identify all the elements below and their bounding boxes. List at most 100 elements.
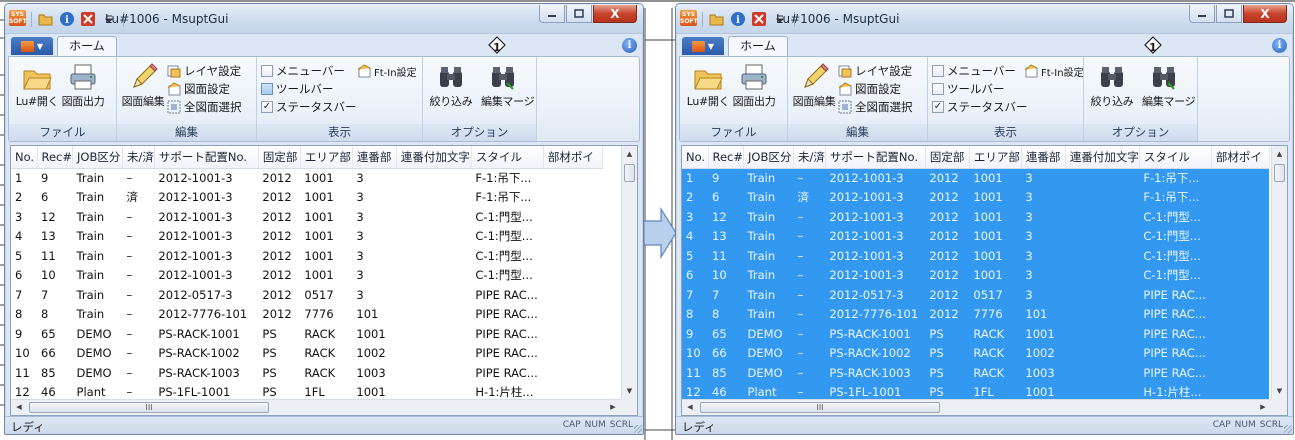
support-placement-no-column-header[interactable]: サポート配置No. bbox=[154, 146, 259, 169]
area-part-column-header[interactable]: エリア部 bbox=[969, 146, 1022, 169]
table-row[interactable]: 8 8 Train – 2012-7776-101 2012 7776 101 PIPE RAC… bbox=[682, 304, 1270, 324]
member-point-column-header[interactable]: 部材ポイ bbox=[543, 146, 603, 169]
vertical-scrollbar[interactable]: ▲ ▼ bbox=[1271, 146, 1287, 399]
close-button[interactable]: X bbox=[593, 5, 637, 23]
app-icon[interactable]: SYS SOFT bbox=[680, 10, 698, 26]
open-folder-icon[interactable] bbox=[708, 10, 726, 28]
filter-button[interactable]: 絞り込み bbox=[1090, 61, 1134, 111]
open-folder-icon[interactable] bbox=[37, 10, 55, 28]
no-column-header[interactable]: No. bbox=[682, 146, 709, 169]
exit-icon[interactable] bbox=[79, 10, 97, 28]
table-row[interactable]: 5 11 Train – 2012-1001-3 2012 1001 3 C-1:門型... bbox=[11, 246, 602, 266]
help-icon[interactable]: i bbox=[622, 38, 637, 53]
area-part-column-header[interactable]: エリア部 bbox=[300, 146, 353, 169]
app-icon[interactable]: SYS SOFT bbox=[9, 10, 27, 26]
serial-suffix-column-header[interactable]: 連番付加文字 bbox=[1065, 146, 1140, 169]
close-button[interactable]: X bbox=[1243, 5, 1287, 23]
table-row[interactable]: 1 9 Train – 2012-1001-3 2012 1001 3 F-1:吊下... bbox=[682, 168, 1270, 188]
style-column-header[interactable]: スタイル bbox=[1139, 146, 1212, 169]
drawing-edit-button[interactable]: 図面編集 bbox=[121, 61, 165, 111]
table-row[interactable]: 3 12 Train – 2012-1001-3 2012 1001 3 C-1:門型... bbox=[11, 207, 602, 227]
scroll-left-icon[interactable]: ◀ bbox=[682, 400, 698, 415]
menu-bar-checkbox[interactable]: メニューバー bbox=[932, 63, 1016, 79]
horizontal-scroll-thumb[interactable]: III bbox=[700, 402, 940, 413]
table-row[interactable]: 4 13 Train – 2012-1001-3 2012 1001 3 C-1:門型... bbox=[682, 226, 1270, 246]
status-bar-checkbox[interactable]: ✓ ステータスバー bbox=[932, 99, 1028, 115]
info-icon[interactable]: i bbox=[729, 10, 747, 28]
no-column-header[interactable]: No. bbox=[11, 146, 38, 169]
maximize-button[interactable] bbox=[1216, 5, 1242, 23]
maximize-button[interactable] bbox=[566, 5, 592, 23]
scroll-down-icon[interactable]: ▼ bbox=[622, 383, 637, 399]
fixed-part-column-header[interactable]: 固定部 bbox=[925, 146, 970, 169]
table-row[interactable]: 5 11 Train – 2012-1001-3 2012 1001 3 C-1:門型... bbox=[682, 246, 1270, 266]
edit-merge-button[interactable]: 編集マージ bbox=[1142, 61, 1196, 111]
scroll-right-icon[interactable]: ▶ bbox=[605, 400, 621, 415]
resize-grip-icon[interactable] bbox=[1284, 425, 1292, 433]
exit-icon[interactable] bbox=[750, 10, 768, 28]
tab-home[interactable]: ホーム bbox=[57, 36, 117, 57]
open-lu-button[interactable]: Lu#開く bbox=[15, 61, 59, 111]
job-category-column-header[interactable]: JOB区分 bbox=[72, 146, 124, 169]
minimize-button[interactable] bbox=[539, 5, 565, 23]
scroll-left-icon[interactable]: ◀ bbox=[11, 400, 27, 415]
support-placement-no-column-header[interactable]: サポート配置No. bbox=[825, 146, 926, 169]
drawing-output-button[interactable]: 図面出力 bbox=[61, 61, 105, 111]
drawing-settings-button[interactable]: 図面設定 bbox=[167, 81, 230, 97]
job-category-column-header[interactable]: JOB区分 bbox=[743, 146, 795, 169]
drawing-settings-button[interactable]: 図面設定 bbox=[838, 81, 901, 97]
scroll-up-icon[interactable]: ▲ bbox=[622, 146, 637, 162]
rec-column-header[interactable]: Rec# bbox=[37, 146, 74, 169]
table-row[interactable]: 8 8 Train – 2012-7776-101 2012 7776 101 PIPE RAC… bbox=[11, 305, 602, 325]
table-row[interactable]: 7 7 Train – 2012-0517-3 2012 0517 3 PIPE RAC... bbox=[11, 285, 602, 305]
tab-home[interactable]: ホーム bbox=[728, 36, 788, 57]
ft-in-settings-button[interactable]: Ft-In設定 bbox=[357, 63, 417, 79]
table-row[interactable]: 2 6 Train 済 2012-1001-3 2012 1001 3 F-1:吊下... bbox=[682, 187, 1270, 207]
scroll-up-icon[interactable]: ▲ bbox=[1272, 146, 1287, 162]
horizontal-scrollbar[interactable]: ◀ III ▶ bbox=[682, 399, 1271, 415]
ft-in-settings-button[interactable]: Ft-In設定 bbox=[1024, 63, 1084, 79]
done-status-column-header[interactable]: 未/済 bbox=[793, 146, 826, 169]
table-row[interactable]: 9 65 DEMO – PS-RACK-1001 PS RACK 1001 PIPE RAC..… bbox=[682, 324, 1270, 344]
done-status-column-header[interactable]: 未/済 bbox=[122, 146, 155, 169]
filter-button[interactable]: 絞り込み bbox=[429, 61, 473, 111]
style-column-header[interactable]: スタイル bbox=[471, 146, 544, 169]
layer-settings-button[interactable]: レイヤ設定 bbox=[838, 63, 912, 79]
info-icon[interactable]: i bbox=[58, 10, 76, 28]
record-grid[interactable]: No. Rec# JOB区分 未/済 サポート配置No. 固定部 エリア部 連番部 連番付加文字… bbox=[681, 145, 1288, 416]
vertical-scrollbar[interactable]: ▲ ▼ bbox=[621, 146, 637, 399]
drawing-edit-button[interactable]: 図面編集 bbox=[792, 61, 836, 111]
open-lu-button[interactable]: Lu#開く bbox=[686, 61, 730, 111]
menu-bar-checkbox[interactable]: メニューバー bbox=[261, 63, 345, 79]
table-row[interactable]: 10 66 DEMO – PS-RACK-1002 PS RACK 1002 PIPE RAC.… bbox=[11, 344, 602, 364]
fixed-part-column-header[interactable]: 固定部 bbox=[258, 146, 301, 169]
table-row[interactable]: 7 7 Train – 2012-0517-3 2012 0517 3 PIPE RAC... bbox=[682, 285, 1270, 305]
application-menu-button[interactable]: ▼ bbox=[11, 37, 53, 55]
tool-bar-checkbox[interactable]: ツールバー bbox=[261, 81, 334, 97]
minimize-button[interactable] bbox=[1189, 5, 1215, 23]
layer-settings-button[interactable]: レイヤ設定 bbox=[167, 63, 241, 79]
drawing-output-button[interactable]: 図面出力 bbox=[732, 61, 776, 111]
edit-merge-button[interactable]: 編集マージ bbox=[481, 61, 535, 111]
table-row[interactable]: 10 66 DEMO – PS-RACK-1002 PS RACK 1002 PIPE RAC.… bbox=[682, 343, 1270, 363]
record-grid[interactable]: No. Rec# JOB区分 未/済 サポート配置No. 固定部 エリア部 連番部 連番付加文字… bbox=[10, 145, 638, 416]
vertical-scroll-thumb[interactable] bbox=[624, 164, 635, 182]
table-row[interactable]: 2 6 Train 済 2012-1001-3 2012 1001 3 F-1:吊下... bbox=[11, 188, 602, 208]
application-menu-button[interactable]: ▼ bbox=[682, 37, 724, 55]
select-all-drawings-button[interactable]: 全図面選択 bbox=[838, 99, 913, 115]
tool-bar-checkbox[interactable]: ツールバー bbox=[932, 81, 1005, 97]
horizontal-scrollbar[interactable]: ◀ III ▶ bbox=[11, 399, 621, 415]
resize-grip-icon[interactable] bbox=[634, 425, 642, 433]
table-row[interactable]: 9 65 DEMO – PS-RACK-1001 PS RACK 1001 PIPE RAC..… bbox=[11, 324, 602, 344]
table-row[interactable]: 11 85 DEMO – PS-RACK-1003 PS RACK 1003 PIPE RAC.… bbox=[11, 363, 602, 383]
table-row[interactable]: 11 85 DEMO – PS-RACK-1003 PS RACK 1003 PIPE RAC.… bbox=[682, 363, 1270, 383]
member-point-column-header[interactable]: 部材ポイ bbox=[1211, 146, 1270, 169]
table-row[interactable]: 4 13 Train – 2012-1001-3 2012 1001 3 C-1:門型... bbox=[11, 227, 602, 247]
table-row[interactable]: 6 10 Train – 2012-1001-3 2012 1001 3 C-1:門型... bbox=[682, 265, 1270, 285]
help-icon[interactable]: i bbox=[1272, 38, 1287, 53]
scroll-right-icon[interactable]: ▶ bbox=[1255, 400, 1271, 415]
table-row[interactable]: 6 10 Train – 2012-1001-3 2012 1001 3 C-1:門型... bbox=[11, 266, 602, 286]
rec-column-header[interactable]: Rec# bbox=[708, 146, 745, 169]
serial-part-column-header[interactable]: 連番部 bbox=[1021, 146, 1066, 169]
horizontal-scroll-thumb[interactable]: III bbox=[29, 402, 269, 413]
